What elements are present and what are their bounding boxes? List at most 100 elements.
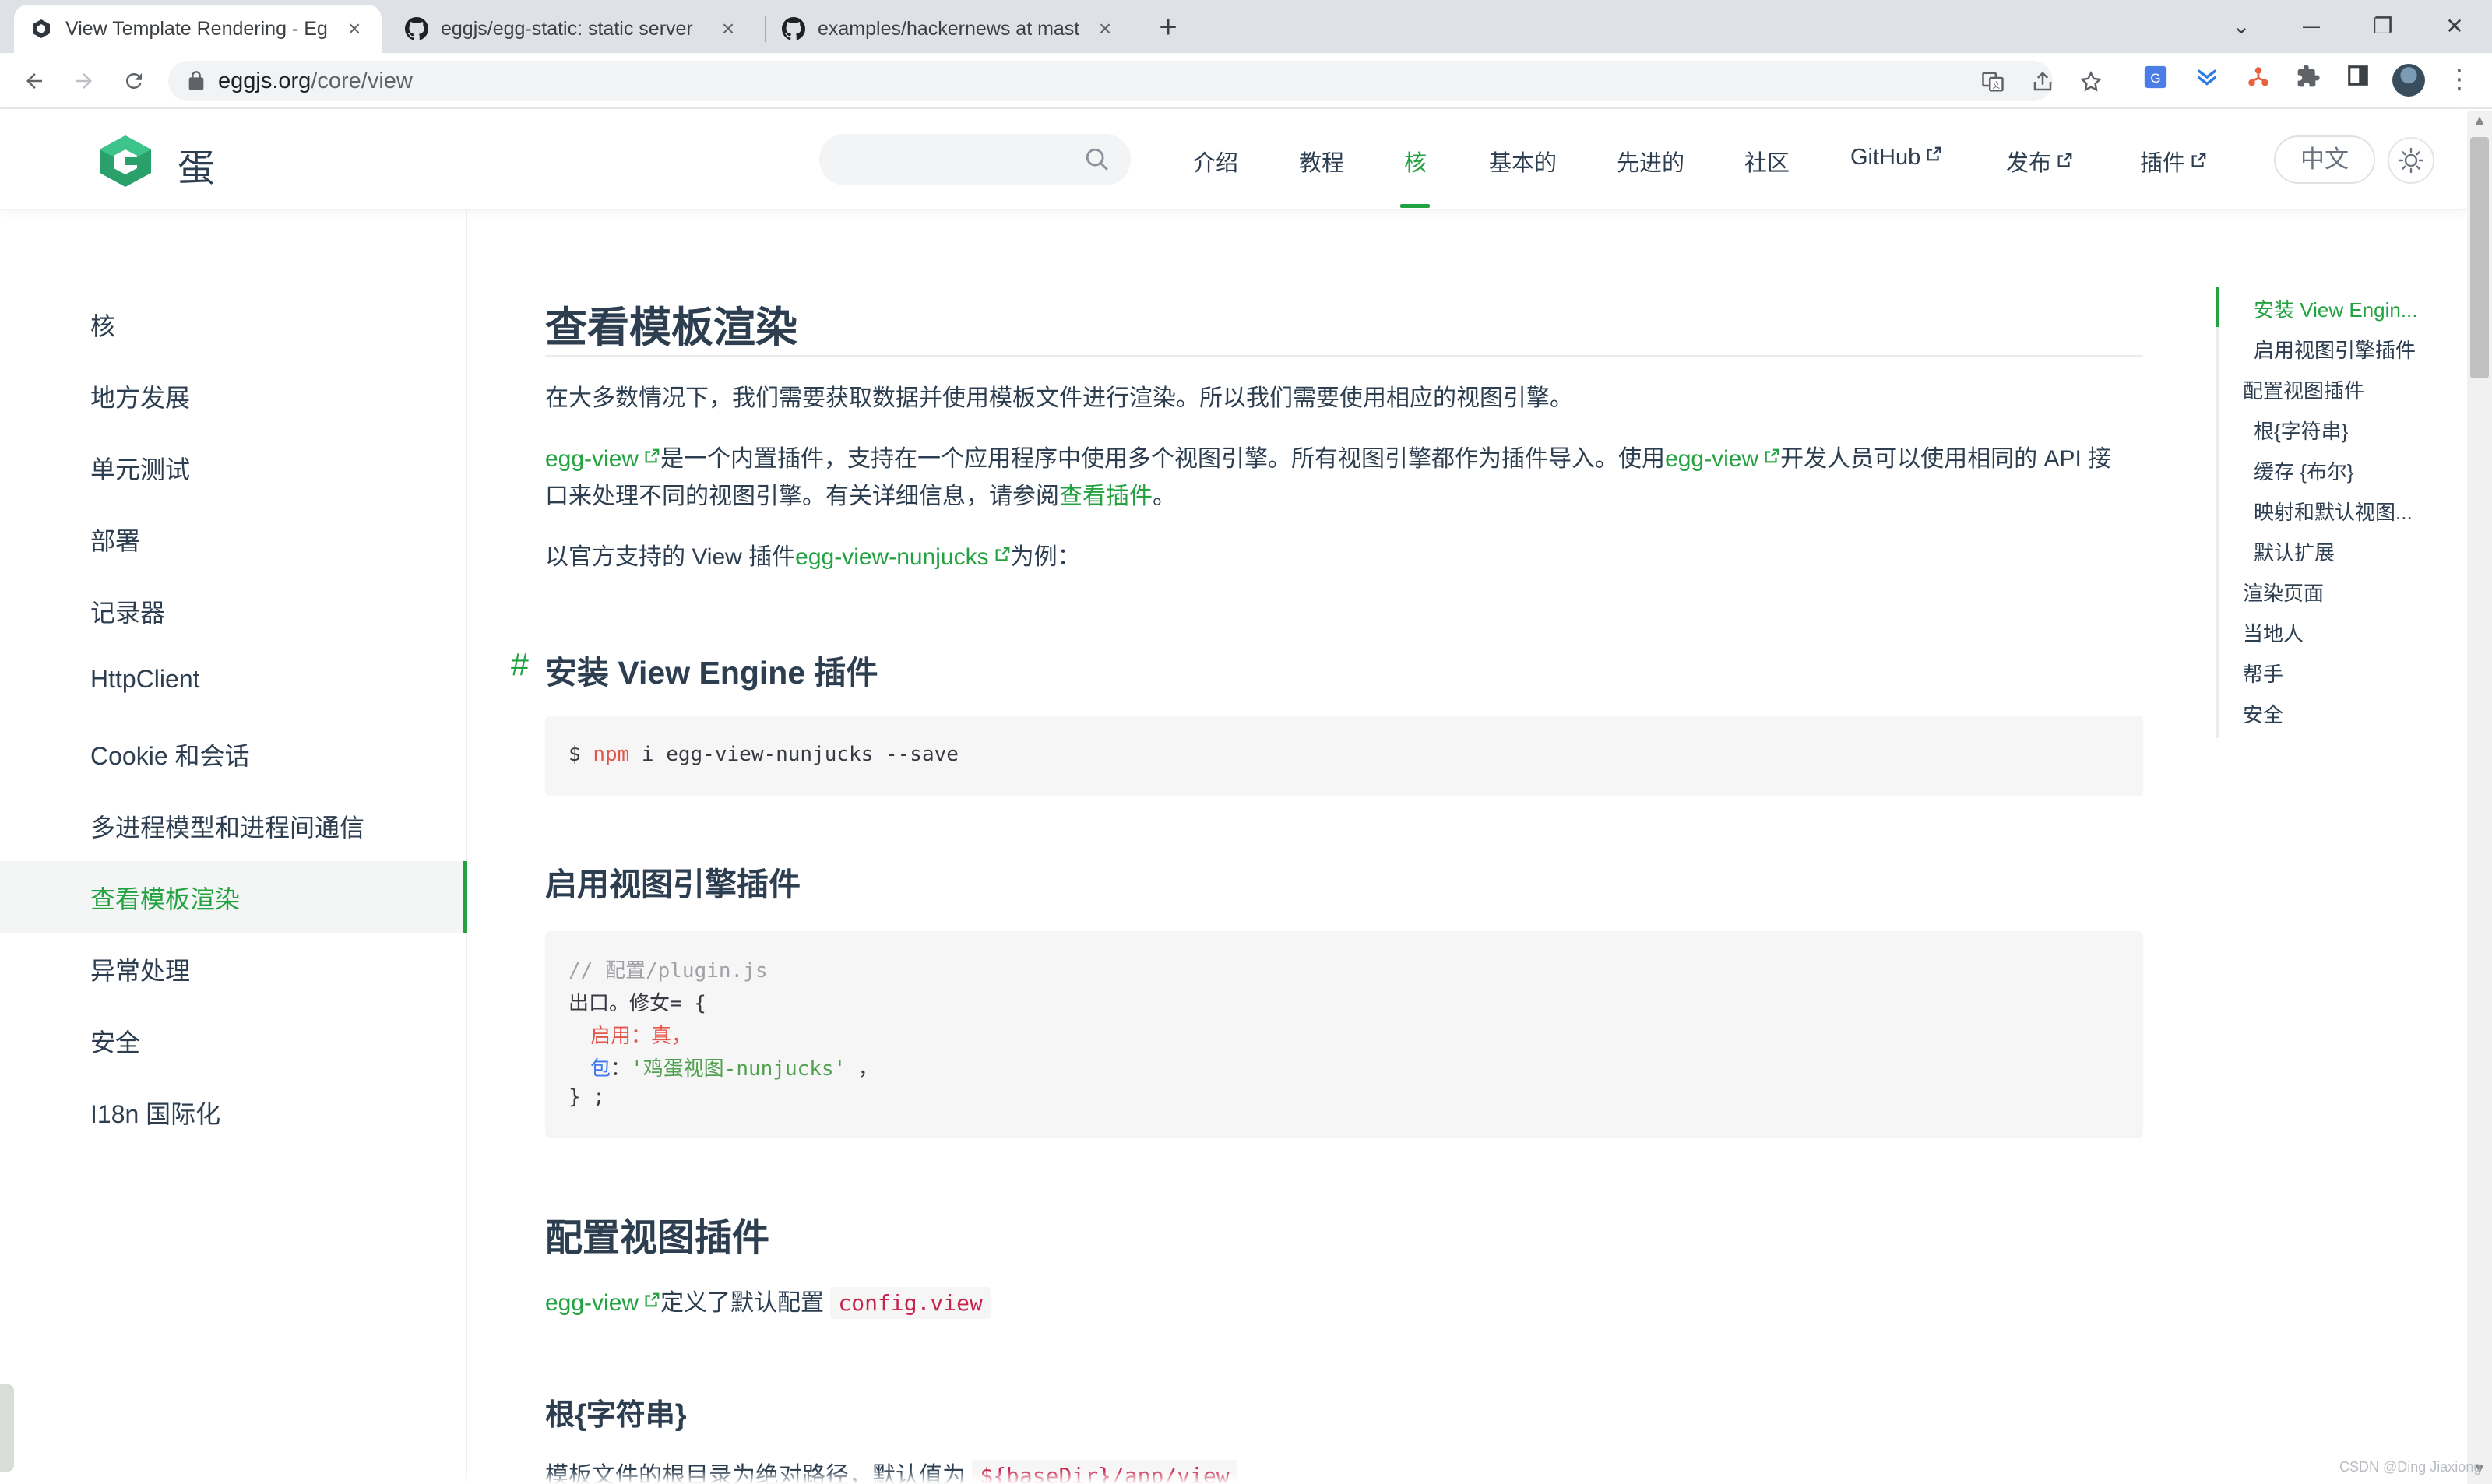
toc-item-security[interactable]: 安全 [2243, 699, 2422, 728]
bookmark-star-icon[interactable] [2079, 70, 2103, 93]
browser-tab[interactable]: eggjs/egg-static: static server × [389, 5, 755, 53]
back-arrow-icon[interactable] [16, 62, 53, 100]
sidebar-item-cluster-ipc[interactable]: 多进程模型和进程间通信 [90, 808, 364, 844]
translate-extension-icon[interactable]: G [2140, 64, 2171, 95]
toc-item-locals[interactable]: 当地人 [2243, 618, 2422, 647]
paragraph-text: 。 [1153, 484, 1176, 509]
sidebar-item-error-handling[interactable]: 异常处理 [90, 951, 190, 987]
sidebar-item-logger[interactable]: 记录器 [90, 593, 165, 629]
tab-close-icon[interactable]: × [343, 16, 366, 41]
sidebar-item-view-rendering[interactable]: 查看模板渲染 [90, 880, 240, 916]
code-separator: ： [611, 1057, 632, 1081]
heading-anchor-link[interactable]: # [511, 646, 529, 683]
browser-tab[interactable]: examples/hackernews at mast × [766, 5, 1132, 53]
minimize-button[interactable]: — [2288, 8, 2335, 45]
nav-link-community[interactable]: 社区 [1744, 145, 1790, 178]
toc-item-configure-view[interactable]: 配置视图插件 [2243, 375, 2422, 404]
egg-view-nunjucks-link[interactable]: egg-view-nunjucks [795, 544, 988, 570]
sidebar-item-core[interactable]: 核 [90, 307, 115, 343]
translate-icon[interactable]: 文 [1981, 70, 2005, 93]
toc-item-mapping[interactable]: 映射和默认视图... [2254, 497, 2433, 526]
code-prompt: $ [568, 743, 593, 766]
reload-icon[interactable] [115, 62, 153, 100]
sidebar-item-i18n[interactable]: I18n 国际化 [90, 1095, 220, 1131]
code-punct: ， [846, 1057, 878, 1081]
close-window-button[interactable]: ✕ [2431, 8, 2478, 45]
code-key: 启用 [590, 1025, 632, 1048]
egg-view-link[interactable]: egg-view [1665, 446, 1758, 472]
nav-link-intro[interactable]: 介绍 [1193, 145, 1238, 178]
sidebar-item-unit-testing[interactable]: 单元测试 [90, 450, 190, 486]
docs-sidebar: 核 地方发展 单元测试 部署 记录器 HttpClient Cookie 和会话… [0, 210, 467, 1484]
nav-link-releases[interactable]: 发布 [2006, 145, 2073, 178]
external-link-icon [645, 448, 660, 463]
language-switch-button[interactable]: 中文 [2274, 135, 2375, 184]
intro-paragraph: 在大多数情况下，我们需要获取数据并使用模板文件进行渲染。所以我们需要使用相应的视… [545, 385, 1573, 411]
nav-link-basics[interactable]: 基本的 [1489, 145, 1557, 178]
site-brand[interactable]: 蛋 [178, 137, 215, 192]
nav-active-indicator [1400, 204, 1430, 208]
nav-link-github[interactable]: GitHub [1850, 145, 1942, 171]
toc-item-enable-plugin[interactable]: 启用视图引擎插件 [2254, 335, 2433, 364]
code-line: 启用：真， [590, 1020, 692, 1049]
browser-tab-active[interactable]: View Template Rendering - Eg × [14, 5, 382, 53]
extensions-puzzle-icon[interactable] [2293, 64, 2324, 95]
scrollbar-thumb[interactable] [2470, 137, 2489, 378]
nav-link-core[interactable]: 核 [1404, 145, 1427, 178]
egg-logo-icon[interactable] [97, 134, 154, 188]
browser-menu-icon[interactable]: ⋮ [2444, 64, 2475, 95]
toc-item-install-view-engine[interactable]: 安装 View Engin... [2254, 294, 2433, 323]
paragraph-text: 口来处理不同的视图引擎。有关详细信息，请参阅 [545, 484, 1059, 509]
code-line: 包：'鸡蛋视图-nunjucks' ， [590, 1053, 878, 1081]
page-title: 查看模板渲染 [545, 304, 797, 351]
sidebar-item-deployment[interactable]: 部署 [90, 522, 140, 557]
csdn-watermark: CSDN @Ding Jiaxiong [2339, 1459, 2482, 1475]
toc-item-default-extension[interactable]: 默认扩展 [2254, 537, 2433, 566]
toc-item-helper[interactable]: 帮手 [2243, 659, 2422, 687]
external-link-icon [1927, 146, 1941, 161]
example-paragraph: 以官方支持的 View 插件egg-view-nunjucks 为例： [545, 539, 2143, 576]
nav-link-releases-label: 发布 [2006, 151, 2052, 176]
svg-text:G: G [2150, 71, 2160, 86]
external-link-icon [995, 547, 1009, 561]
new-tab-button[interactable]: + [1151, 11, 1185, 45]
toc-item-root[interactable]: 根{字符串} [2254, 416, 2433, 445]
toc-item-cache[interactable]: 缓存 {布尔} [2254, 456, 2433, 485]
svg-text:文: 文 [1992, 80, 2000, 90]
egg-view-link[interactable]: egg-view [545, 1290, 639, 1316]
side-drag-handle[interactable] [0, 1384, 14, 1472]
tab-search-button[interactable]: ⌄ [2218, 8, 2265, 45]
code-block-plugin-config: // 配置/plugin.js 出口。修女= { 启用：真， 包：'鸡蛋视图-n… [545, 931, 2143, 1138]
nav-link-tutorials[interactable]: 教程 [1299, 145, 1344, 178]
nav-link-advanced[interactable]: 先进的 [1617, 145, 1684, 178]
network-extension-icon[interactable] [2243, 64, 2274, 95]
address-bar[interactable]: eggjs.org/core/view 文 [168, 61, 2102, 101]
view-plugins-link[interactable]: 查看插件 [1059, 484, 1153, 509]
side-panel-icon[interactable] [2342, 64, 2374, 95]
maximize-button[interactable]: ❐ [2360, 8, 2406, 45]
code-comment: // 配置/plugin.js [568, 959, 768, 983]
egg-view-link[interactable]: egg-view [545, 446, 639, 472]
tab-close-icon[interactable]: × [716, 16, 740, 41]
sidebar-item-security[interactable]: 安全 [90, 1023, 140, 1059]
download-extension-icon[interactable] [2191, 64, 2223, 95]
sidebar-item-httpclient[interactable]: HttpClient [90, 665, 200, 694]
config-paragraph: egg-view 定义了默认配置 config.view [545, 1285, 2143, 1322]
nav-link-plugins[interactable]: 插件 [2140, 145, 2207, 178]
browser-tab-strip: View Template Rendering - Eg × eggjs/egg… [0, 0, 2492, 53]
scroll-up-arrow-icon[interactable]: ▲ [2470, 112, 2489, 128]
code-args: i egg-view-nunjucks --save [629, 743, 959, 766]
sun-icon [2398, 147, 2424, 174]
sidebar-item-cookie-session[interactable]: Cookie 和会话 [90, 737, 250, 772]
profile-avatar[interactable] [2392, 64, 2425, 97]
browser-toolbar: eggjs.org/core/view 文 G ⋮ [0, 53, 2492, 109]
lock-icon [188, 71, 204, 90]
theme-toggle-button[interactable] [2388, 137, 2434, 184]
share-icon[interactable] [2031, 70, 2054, 93]
forward-arrow-icon[interactable] [65, 62, 103, 100]
tab-close-icon[interactable]: × [1093, 16, 1117, 41]
external-link-icon [2191, 153, 2206, 167]
toc-item-render-page[interactable]: 渲染页面 [2243, 578, 2422, 607]
site-search-input[interactable] [819, 134, 1131, 185]
sidebar-item-local-development[interactable]: 地方发展 [90, 378, 190, 414]
